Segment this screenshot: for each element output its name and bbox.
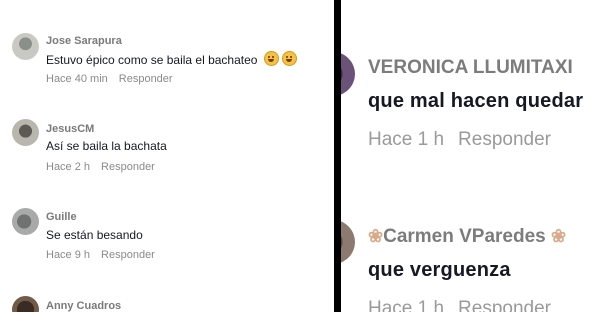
comment-meta: Hace 40 min Responder [46,73,173,85]
reply-button[interactable]: Responder [458,129,551,150]
reply-button[interactable]: Responder [458,298,551,312]
avatar[interactable] [341,52,355,96]
comment-text: Se están besando [46,228,143,242]
left-comments-panel: Jose Sarapura Estuvo épico como se baila… [0,0,334,312]
comment-username[interactable]: JesusCM [46,123,94,135]
comment-username[interactable]: Anny Cuadros [46,300,121,312]
comment-username[interactable]: VERONICA LLUMITAXI [368,57,573,79]
comment-item: Jose Sarapura Estuvo épico como se baila… [0,0,334,100]
comment-username[interactable]: Guille [46,211,77,223]
comment-timestamp: Hace 1 h [368,129,445,150]
comment-username[interactable]: ❀Carmen VParedes ❀ [368,226,566,248]
avatar[interactable] [12,208,39,235]
comment-text: Así se baila la bachata [46,139,167,153]
comment-username-text: Carmen VParedes [383,226,546,247]
comment-timestamp: Hace 1 h [368,298,445,312]
butterfly-icon: ❀ [368,226,384,246]
reply-button[interactable]: Responder [101,249,155,261]
grinning-sweat-face-icon [281,51,297,66]
reply-button[interactable]: Responder [101,161,155,173]
comment-item: JesusCM Así se baila la bachata Hace 2 h… [0,115,334,185]
comment-item: VERONICA LLUMITAXI que mal hacen quedar … [341,0,609,190]
comment-timestamp: Hace 9 h [46,249,91,261]
comment-username[interactable]: Jose Sarapura [46,35,122,47]
comment-item: ❀Carmen VParedes ❀ que verguenza Hace 1 … [341,212,609,312]
comment-meta: Hace 1 h Responder [368,298,551,312]
comment-meta: Hace 2 h Responder [46,161,155,173]
avatar[interactable] [12,119,39,146]
comment-text: Estuvo épico como se baila el bachateo [46,51,297,67]
butterfly-icon: ❀ [551,226,567,246]
comment-item: Guille Se están besando Hace 9 h Responde… [0,205,334,275]
reply-button[interactable]: Responder [119,73,173,85]
avatar[interactable] [12,296,39,312]
avatar[interactable] [341,220,355,264]
grinning-sweat-face-icon [263,51,279,66]
avatar[interactable] [12,33,39,60]
comment-text: que mal hacen quedar [368,90,584,112]
comment-meta: Hace 9 h Responder [46,249,155,261]
comment-timestamp: Hace 40 min [46,73,108,85]
comment-text-body: Estuvo épico como se baila el bachateo [46,53,258,67]
comment-meta: Hace 1 h Responder [368,129,551,151]
comment-item: Anny Cuadros [0,292,334,312]
comment-timestamp: Hace 2 h [46,161,91,173]
right-comments-panel: VERONICA LLUMITAXI que mal hacen quedar … [341,0,609,312]
comment-text: que verguenza [368,259,511,281]
